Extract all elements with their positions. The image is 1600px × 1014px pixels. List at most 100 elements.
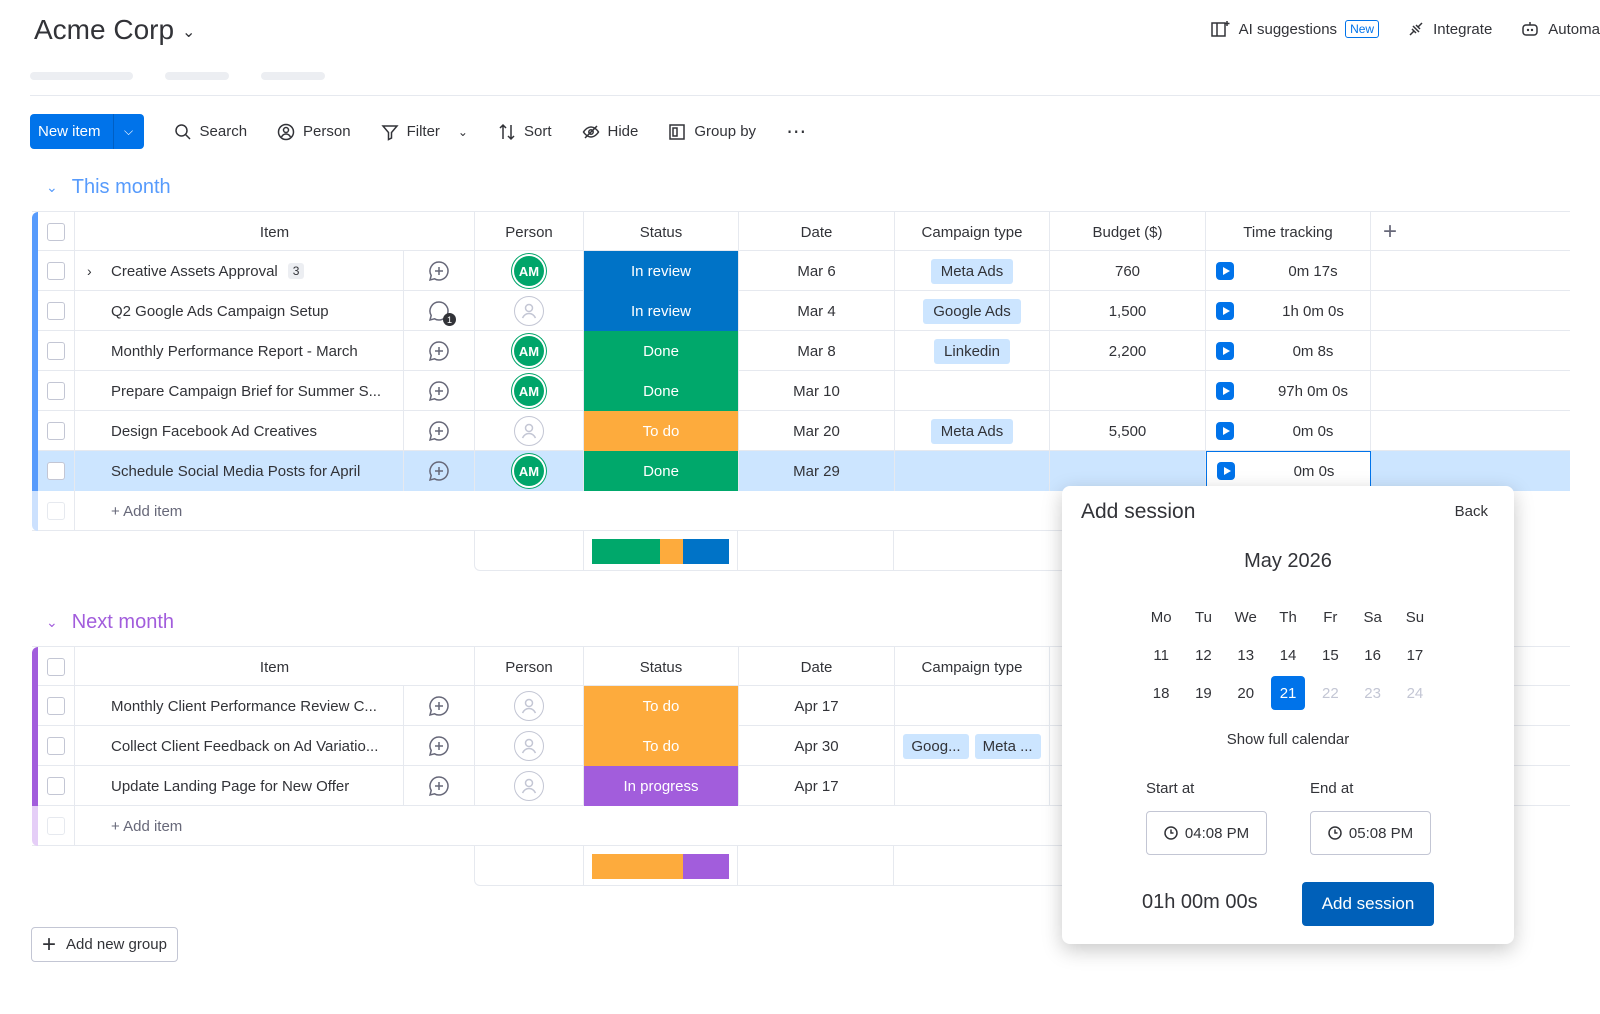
board-title[interactable]: Acme Corp ⌄ — [34, 14, 195, 46]
checkbox[interactable] — [47, 342, 65, 360]
date-cell[interactable]: Apr 30 — [739, 726, 895, 766]
add-update-icon[interactable] — [428, 460, 450, 482]
status-cell[interactable]: In review — [584, 251, 739, 291]
play-icon[interactable] — [1216, 302, 1234, 320]
updates-cell[interactable]: 1 — [404, 291, 475, 331]
person-cell[interactable] — [475, 291, 584, 331]
row-checkbox-cell[interactable] — [38, 371, 75, 411]
play-icon[interactable] — [1216, 422, 1234, 440]
sort-button[interactable]: Sort — [498, 123, 552, 141]
time-tracking-cell[interactable]: 1h 0m 0s — [1206, 291, 1371, 331]
back-button[interactable]: Back — [1455, 503, 1488, 520]
row-checkbox-cell[interactable] — [38, 686, 75, 726]
item-name[interactable]: Monthly Client Performance Review C... — [111, 698, 377, 715]
campaign-type-cell[interactable] — [895, 766, 1050, 806]
item-name-cell[interactable]: Schedule Social Media Posts for April — [75, 451, 404, 491]
budget-cell[interactable]: 760 — [1050, 251, 1206, 291]
status-cell[interactable]: Done — [584, 331, 739, 371]
time-tracking-cell-active[interactable]: 0m 0s — [1206, 451, 1371, 491]
time-tracking-cell[interactable]: 0m 17s — [1206, 251, 1371, 291]
updates-cell[interactable] — [404, 726, 475, 766]
item-name[interactable]: Monthly Performance Report - March — [111, 343, 358, 360]
updates-cell[interactable] — [404, 411, 475, 451]
status-cell[interactable]: Done — [584, 451, 739, 491]
add-update-icon[interactable] — [428, 695, 450, 717]
play-icon[interactable] — [1216, 342, 1234, 360]
table-row[interactable]: Q2 Google Ads Campaign Setup 1 In review… — [32, 291, 1570, 331]
add-update-icon[interactable] — [428, 775, 450, 797]
expand-subitems-icon[interactable]: › — [87, 263, 92, 279]
budget-cell[interactable]: 5,500 — [1050, 411, 1206, 451]
row-checkbox-cell[interactable] — [38, 411, 75, 451]
empty-avatar-icon[interactable] — [514, 771, 544, 801]
item-name[interactable]: Collect Client Feedback on Ad Variatio..… — [111, 738, 378, 755]
row-checkbox-cell[interactable] — [38, 766, 75, 806]
updates-cell[interactable] — [404, 371, 475, 411]
chevron-down-icon[interactable]: ⌄ — [46, 614, 58, 631]
chevron-down-icon[interactable]: ⌄ — [182, 22, 195, 42]
group-by-button[interactable]: Group by — [668, 123, 756, 141]
calendar-day[interactable]: 16 — [1351, 640, 1393, 670]
calendar-day-selected[interactable]: 21 — [1271, 676, 1306, 710]
status-segment[interactable] — [591, 538, 661, 564]
add-item-row[interactable]: + Add item — [32, 491, 1062, 531]
empty-avatar-icon[interactable] — [514, 296, 544, 326]
group-header-this-month[interactable]: ⌄ This month — [46, 176, 171, 199]
item-name-cell[interactable]: Monthly Client Performance Review C... — [75, 686, 404, 726]
play-icon[interactable] — [1217, 462, 1235, 480]
column-header-status[interactable]: Status — [584, 212, 739, 252]
calendar-day[interactable]: 12 — [1182, 640, 1224, 670]
status-cell[interactable]: In progress — [584, 766, 739, 806]
add-update-icon[interactable] — [428, 340, 450, 362]
calendar-day[interactable]: 14 — [1267, 640, 1309, 670]
status-distribution-bar[interactable] — [591, 538, 729, 564]
item-name-cell[interactable]: Prepare Campaign Brief for Summer S... — [75, 371, 404, 411]
checkbox[interactable] — [47, 422, 65, 440]
date-cell[interactable]: Mar 10 — [739, 371, 895, 411]
item-name[interactable]: Update Landing Page for New Offer — [111, 778, 349, 795]
start-time-input[interactable]: 04:08 PM — [1146, 811, 1267, 855]
item-name[interactable]: Schedule Social Media Posts for April — [111, 463, 360, 480]
avatar[interactable]: AM — [514, 256, 544, 286]
date-cell[interactable]: Mar 4 — [739, 291, 895, 331]
play-icon[interactable] — [1216, 262, 1234, 280]
campaign-type-cell[interactable]: Linkedin — [895, 331, 1050, 371]
checkbox[interactable] — [47, 658, 65, 676]
campaign-type-cell[interactable]: Meta Ads — [895, 411, 1050, 451]
person-cell[interactable] — [475, 686, 584, 726]
add-item-input[interactable]: + Add item — [75, 491, 975, 531]
budget-cell[interactable]: 1,500 — [1050, 291, 1206, 331]
status-cell[interactable]: To do — [584, 686, 739, 726]
time-tracking-cell[interactable]: 97h 0m 0s — [1206, 371, 1371, 411]
chevron-down-icon[interactable]: ⌵ — [114, 114, 144, 149]
checkbox[interactable] — [47, 697, 65, 715]
item-name[interactable]: Prepare Campaign Brief for Summer S... — [111, 383, 381, 400]
person-cell[interactable] — [475, 411, 584, 451]
date-cell[interactable]: Apr 17 — [739, 686, 895, 726]
table-row[interactable]: › Creative Assets Approval 3 AM In revie… — [32, 251, 1570, 291]
updates-cell[interactable] — [404, 686, 475, 726]
column-header-campaign-type[interactable]: Campaign type — [895, 212, 1050, 252]
updates-cell[interactable] — [404, 251, 475, 291]
calendar-day[interactable]: 19 — [1182, 678, 1224, 708]
status-cell[interactable]: To do — [584, 411, 739, 451]
table-row[interactable]: Prepare Campaign Brief for Summer S... A… — [32, 371, 1570, 411]
more-options-icon[interactable]: ⋯ — [786, 119, 807, 144]
campaign-type-cell[interactable] — [895, 686, 1050, 726]
empty-avatar-icon[interactable] — [514, 416, 544, 446]
calendar-day[interactable]: 11 — [1140, 640, 1182, 670]
checkbox[interactable] — [47, 737, 65, 755]
add-item-row[interactable]: + Add item — [32, 806, 1062, 846]
group-title[interactable]: Next month — [72, 611, 174, 634]
avatar[interactable]: AM — [514, 456, 544, 486]
item-name-cell[interactable]: Design Facebook Ad Creatives — [75, 411, 404, 451]
select-all-checkbox-cell[interactable] — [38, 212, 75, 252]
new-item-label[interactable]: New item — [30, 114, 114, 149]
automate-button[interactable]: Automa — [1520, 20, 1600, 38]
person-cell[interactable]: AM — [475, 371, 584, 411]
row-checkbox-cell[interactable] — [38, 331, 75, 371]
campaign-type-cell[interactable] — [895, 371, 1050, 411]
add-update-icon[interactable] — [428, 380, 450, 402]
date-cell[interactable]: Mar 29 — [739, 451, 895, 491]
status-summary[interactable] — [584, 846, 739, 886]
